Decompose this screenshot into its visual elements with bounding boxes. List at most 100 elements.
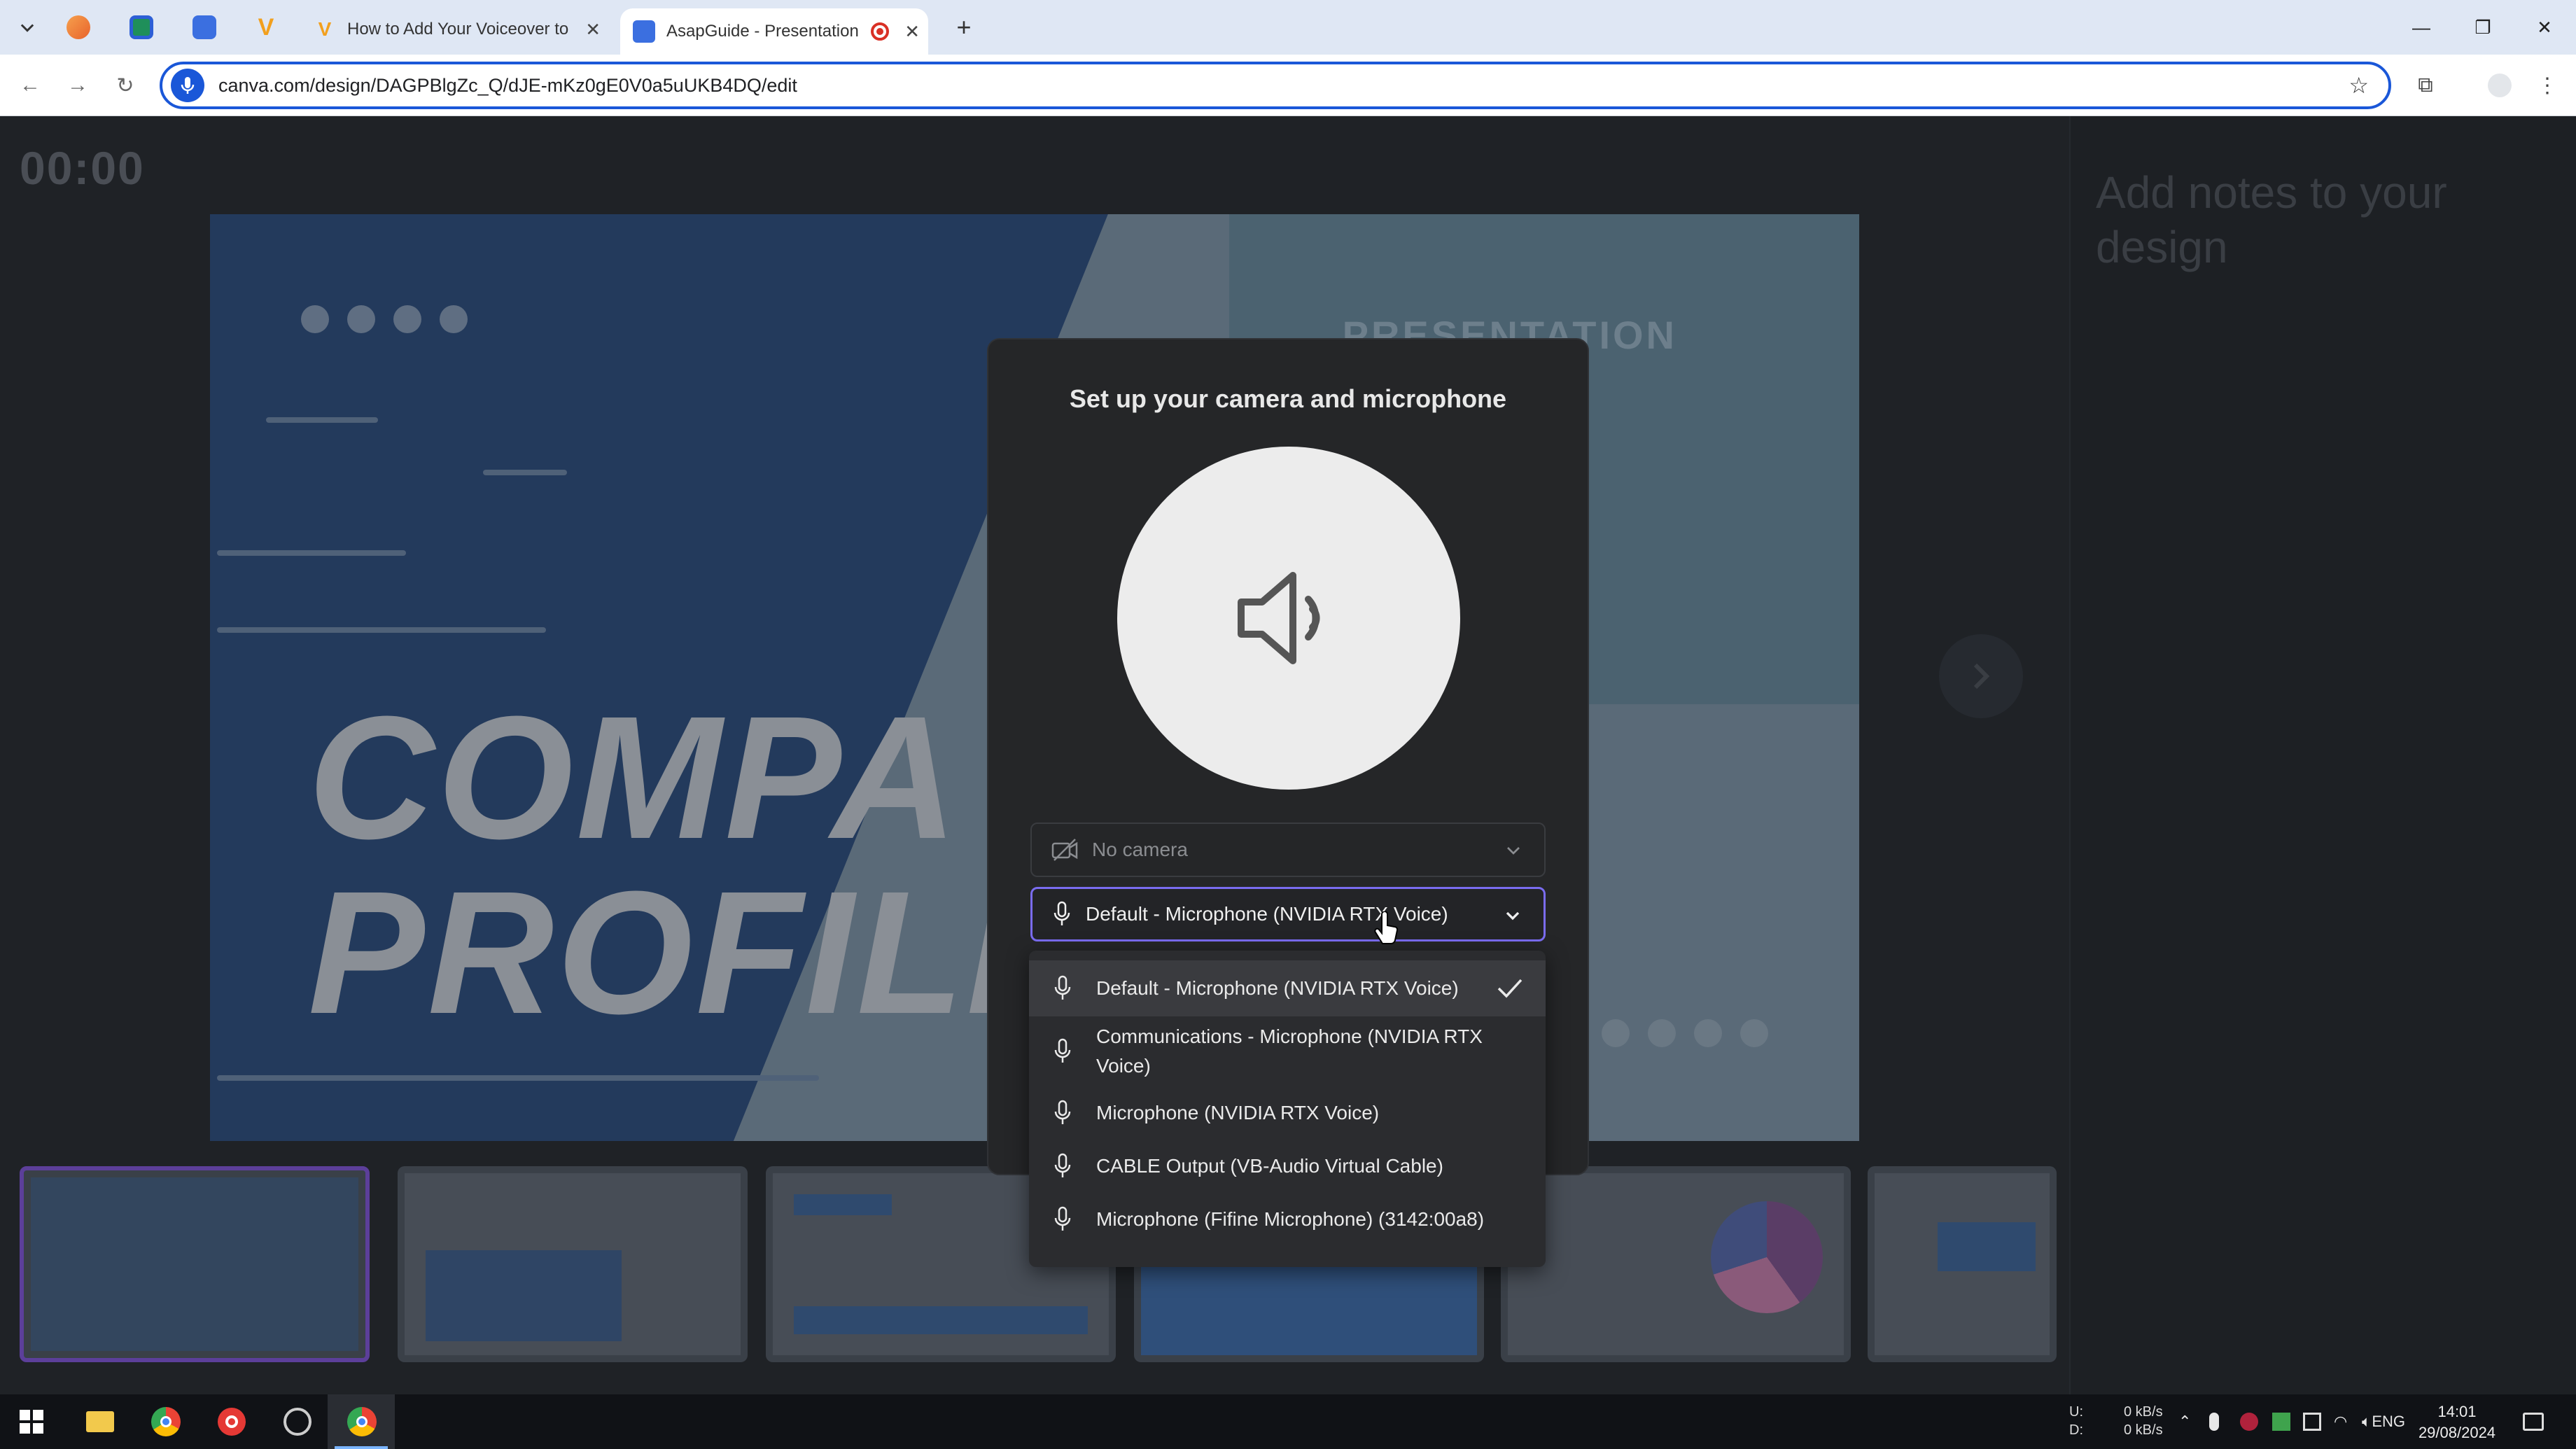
dialog-title: Set up your camera and microphone <box>1069 384 1507 413</box>
network-rates: 0 kB/s 0 kB/s <box>2124 1404 2163 1438</box>
extensions-button[interactable]: ⧉ <box>2408 68 2443 103</box>
back-button[interactable]: ← <box>13 68 48 103</box>
slide-thumbnail-2[interactable] <box>398 1166 748 1362</box>
microphone-in-use-icon[interactable] <box>171 69 204 102</box>
mic-option-cable-output[interactable]: CABLE Output (VB-Audio Virtual Cable) <box>1029 1140 1546 1193</box>
address-bar[interactable]: canva.com/design/DAGPBlgZc_Q/dJE-mKz0gE0… <box>160 62 2391 109</box>
mic-option-label: Default - Microphone (NVIDIA RTX Voice) <box>1096 977 1459 999</box>
mic-option-label: Microphone (Fifine Microphone) (3142:00a… <box>1096 1208 1485 1230</box>
speaker-icon <box>1238 572 1320 664</box>
hand-cursor-icon <box>1374 911 1399 945</box>
microphone-icon <box>1054 901 1070 925</box>
arrow-right-icon: → <box>67 74 88 97</box>
pinned-tab-3[interactable] <box>183 10 225 45</box>
microphone-icon <box>2209 1413 2219 1431</box>
new-tab-button[interactable]: + <box>946 10 981 45</box>
notes-panel[interactable]: Add notes to your design <box>2069 116 2576 1394</box>
pinned-tab-2[interactable] <box>120 10 162 45</box>
camera-off-icon <box>1051 839 1078 861</box>
slide-thumbnail-1[interactable] <box>20 1166 370 1362</box>
language-indicator[interactable]: ENG <box>2370 1394 2405 1449</box>
puzzle-icon: ⧉ <box>2418 74 2433 97</box>
clock-date: 29/08/2024 <box>2418 1424 2496 1441</box>
url-text: canva.com/design/DAGPBlgZc_Q/dJE-mKz0gE0… <box>218 74 797 96</box>
pinned-tab-4[interactable]: V <box>245 10 287 45</box>
tray-app-icon <box>2303 1413 2321 1431</box>
tab-title: How to Add Your Voiceover to <box>347 20 569 38</box>
wifi-icon: ◠ <box>2334 1413 2348 1430</box>
camera-select[interactable]: No camera <box>1030 822 1546 877</box>
chrome-icon <box>151 1407 181 1436</box>
canva-logo-icon <box>633 20 655 43</box>
slide-decor-dots <box>301 305 468 333</box>
reload-button[interactable]: ↻ <box>108 68 143 103</box>
close-icon[interactable]: ✕ <box>904 21 920 43</box>
tray-network[interactable]: ◠ <box>2334 1394 2347 1449</box>
tab-title: AsapGuide - Presentation <box>666 22 859 41</box>
presentation-timer: 00:00 <box>20 142 145 194</box>
microphone-icon <box>1054 1206 1071 1231</box>
tray-app-icon <box>2240 1413 2258 1431</box>
file-explorer-button[interactable] <box>83 1404 118 1439</box>
tray-app-1[interactable] <box>2240 1394 2258 1449</box>
windows-logo-icon <box>20 1410 43 1434</box>
tray-app-2[interactable] <box>2272 1394 2290 1449</box>
slide-thumbnail-6[interactable] <box>1868 1166 2057 1362</box>
windows-taskbar: U: D: 0 kB/s 0 kB/s ⌃ ◠ 🔈︎ ENG 14:01 29/… <box>0 1394 2576 1449</box>
forward-button[interactable]: → <box>60 68 95 103</box>
bookmark-star-icon[interactable]: ☆ <box>2348 72 2369 99</box>
mic-option-nvidia[interactable]: Microphone (NVIDIA RTX Voice) <box>1029 1086 1546 1140</box>
more-vertical-icon: ⋮ <box>2537 74 2558 97</box>
chrome-icon <box>347 1407 377 1436</box>
next-slide-button[interactable] <box>1939 634 2023 718</box>
mic-option-fifine[interactable]: Microphone (Fifine Microphone) (3142:00a… <box>1029 1193 1546 1246</box>
dashboard-app-button[interactable] <box>280 1404 315 1439</box>
chevron-down-icon <box>1506 911 1520 920</box>
tab-voiceover-guide[interactable]: V How to Add Your Voiceover to ✕ <box>301 8 609 50</box>
tray-overflow-button[interactable]: ⌃ <box>2178 1394 2191 1449</box>
mic-option-communications[interactable]: Communications - Microphone (NVIDIA RTX … <box>1029 1016 1546 1086</box>
recorder-app-button[interactable] <box>214 1404 249 1439</box>
pinned-tab-1[interactable] <box>57 10 99 45</box>
tab-search-button[interactable] <box>10 10 45 45</box>
profile-button[interactable] <box>2482 68 2517 103</box>
system-clock[interactable]: 14:01 29/08/2024 <box>2408 1401 2506 1443</box>
close-window-button[interactable]: ✕ <box>2520 10 2569 45</box>
chrome-button[interactable] <box>148 1404 183 1439</box>
tray-microphone[interactable] <box>2209 1394 2219 1449</box>
pinned-app-icon <box>130 15 153 39</box>
notes-placeholder: Add notes to your design <box>2096 167 2447 272</box>
checkmark-icon <box>1497 979 1522 998</box>
folder-icon <box>86 1411 114 1432</box>
chevron-right-icon <box>1973 663 1990 690</box>
mic-option-label: Microphone (NVIDIA RTX Voice) <box>1096 1102 1380 1124</box>
audio-preview-circle <box>1117 447 1460 790</box>
plus-icon: + <box>956 13 972 41</box>
gauge-icon <box>284 1408 312 1436</box>
chevron-up-icon: ⌃ <box>2178 1413 2192 1430</box>
reload-icon: ↻ <box>116 74 134 97</box>
close-icon[interactable]: ✕ <box>585 19 601 41</box>
chrome-active-button[interactable] <box>344 1404 379 1439</box>
tab-asapguide-presentation[interactable]: AsapGuide - Presentation ✕ <box>620 8 928 55</box>
avatar <box>2488 74 2512 97</box>
tray-app-3[interactable] <box>2303 1394 2321 1449</box>
pinned-app-icon <box>66 15 90 39</box>
chevron-down-icon <box>1507 847 1520 855</box>
restore-button[interactable]: ❐ <box>2458 10 2507 45</box>
microphone-icon <box>1054 1153 1071 1177</box>
v-logo-icon: V <box>258 13 274 41</box>
v-logo-icon: V <box>318 18 332 40</box>
notifications-button[interactable] <box>2516 1404 2551 1439</box>
start-button[interactable] <box>14 1404 49 1439</box>
recording-icon <box>871 22 889 41</box>
microphone-select[interactable]: Default - Microphone (NVIDIA RTX Voice) <box>1030 887 1546 941</box>
browser-toolbar: ← → ↻ canva.com/design/DAGPBlgZc_Q/dJE-m… <box>0 55 2576 116</box>
mic-option-label: CABLE Output (VB-Audio Virtual Cable) <box>1096 1155 1443 1177</box>
slide-thumbnail-5[interactable] <box>1501 1166 1851 1362</box>
close-icon: ✕ <box>2537 16 2552 38</box>
mic-option-default[interactable]: Default - Microphone (NVIDIA RTX Voice) <box>1029 960 1546 1016</box>
minimize-button[interactable]: — <box>2397 10 2446 45</box>
microphone-icon <box>1054 1100 1071 1124</box>
browser-menu-button[interactable]: ⋮ <box>2530 68 2565 103</box>
